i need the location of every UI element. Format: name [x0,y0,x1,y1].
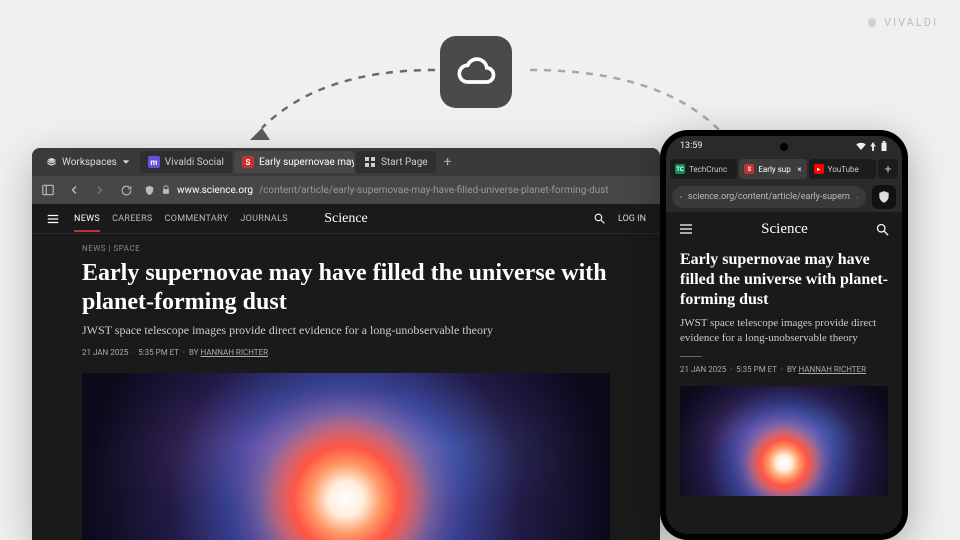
workspaces-button[interactable]: Workspaces [38,153,138,172]
back-button[interactable] [66,182,82,198]
search-button[interactable] [593,212,606,225]
mobile-tab-strip: TC TechCrunc S Early sup × ▸ YouTube + [666,156,902,182]
science-favicon-icon: S [242,156,254,168]
reload-button[interactable] [118,182,134,198]
tab-label: YouTube [828,165,859,174]
search-button[interactable] [875,222,890,237]
meta-by: BY [787,365,797,374]
breadcrumb: NEWS | SPACE [32,234,660,253]
start-page-favicon-icon [364,156,376,168]
vivaldi-menu-button[interactable] [872,185,896,209]
workspaces-icon [46,157,57,168]
chevron-down-icon [122,158,130,166]
tab-start-page[interactable]: Start Page [356,151,436,173]
front-camera [780,143,788,151]
login-link[interactable]: LOG IN [618,214,646,224]
mobile-article-meta: 21 JAN 2025 · 5:35 PM ET · BY HANNAH RIC… [666,357,902,374]
mobile-address-bar: science.org/content/article/early-supern [666,182,902,212]
vivaldi-shield-icon [877,190,891,204]
url-field[interactable]: www.science.org/content/article/early-su… [144,185,652,196]
vivaldi-shield-icon [866,17,878,29]
tab-label: Early supernovae may hav [259,157,354,168]
status-clock: 13:59 [680,141,702,151]
meta-author-link[interactable]: HANNAH RICHTER [201,348,269,357]
nav-commentary[interactable]: COMMENTARY [165,214,229,224]
science-favicon-icon: S [744,164,754,174]
mobile-site-top-bar: Science [666,212,902,246]
tab-label: TechCrunc [689,165,727,174]
cloud-sync-icon [440,36,512,108]
forward-button[interactable] [92,182,108,198]
sync-arrow-left [240,58,440,148]
meta-time: 5:35 PM ET [138,348,179,357]
new-tab-button[interactable]: + [438,154,458,170]
mobile-device-frame: 13:59 TC TechCrunc S Early sup × ▸ YouTu… [660,130,908,540]
site-logo[interactable]: Science [324,211,368,227]
workspaces-label: Workspaces [62,157,117,168]
mobile-url-text: science.org/content/article/early-supern [688,192,850,202]
meta-by: BY [189,348,199,357]
mobile-tab-techcrunch[interactable]: TC TechCrunc [670,159,737,179]
article-subhead: JWST space telescope images provide dire… [32,317,660,338]
search-icon [875,222,890,237]
brand-logo: VIVALDI [866,16,938,29]
mobile-article-headline: Early supernovae may have filled the uni… [666,246,902,310]
shield-icon [680,192,682,202]
mastodon-favicon-icon: m [148,156,160,168]
mobile-tab-youtube[interactable]: ▸ YouTube [809,159,876,179]
address-bar: www.science.org/content/article/early-su… [32,176,660,204]
mobile-tab-science[interactable]: S Early sup × [739,159,806,179]
tab-vivaldi-social[interactable]: m Vivaldi Social [140,151,232,173]
tab-label: Start Page [381,157,428,168]
nav-careers[interactable]: CAREERS [112,214,153,224]
signal-icon [870,142,876,151]
search-icon [593,212,606,225]
article-headline: Early supernovae may have filled the uni… [32,253,660,317]
close-tab-button[interactable]: × [797,165,801,174]
tab-label: Early sup [758,165,790,174]
meta-time: 5:35 PM ET [736,365,777,374]
site-logo[interactable]: Science [761,221,808,238]
hamburger-menu-button[interactable] [46,212,60,226]
hamburger-menu-button[interactable] [678,221,694,237]
youtube-favicon-icon: ▸ [814,164,824,174]
url-domain: www.science.org [177,185,253,196]
tab-label: Vivaldi Social [165,157,224,168]
lock-icon [161,185,171,195]
mobile-url-field[interactable]: science.org/content/article/early-supern [672,186,866,208]
reload-icon[interactable] [856,192,858,203]
techcrunch-favicon-icon: TC [675,164,685,174]
site-top-nav: NEWS CAREERS COMMENTARY JOURNALS Science… [32,204,660,234]
mobile-new-tab-button[interactable]: + [878,159,898,179]
nav-news[interactable]: NEWS [74,214,100,232]
mobile-page-content: Science Early supernovae may have filled… [666,212,902,534]
wifi-icon [856,142,866,150]
nav-journals[interactable]: JOURNALS [240,214,288,224]
page-content: NEWS CAREERS COMMENTARY JOURNALS Science… [32,204,660,540]
tab-strip: Workspaces m Vivaldi Social S Early supe… [32,148,660,176]
url-path: /content/article/early-supernovae-may-ha… [259,185,609,196]
article-meta: 21 JAN 2025 · 5:35 PM ET · BY HANNAH RIC… [32,338,660,357]
panel-toggle-button[interactable] [40,182,56,198]
article-hero-image [82,373,610,540]
meta-date: 21 JAN 2025 [82,348,128,357]
meta-date: 21 JAN 2025 [680,365,726,374]
tab-science-article[interactable]: S Early supernovae may hav [234,151,354,173]
mobile-article-subhead: JWST space telescope images provide dire… [666,310,902,346]
brand-text: VIVALDI [884,16,938,29]
desktop-browser-window: Workspaces m Vivaldi Social S Early supe… [32,148,660,540]
meta-author-link[interactable]: HANNAH RICHTER [799,365,867,374]
battery-icon [880,141,888,151]
mobile-article-hero-image [680,386,888,496]
shield-icon [144,185,155,196]
